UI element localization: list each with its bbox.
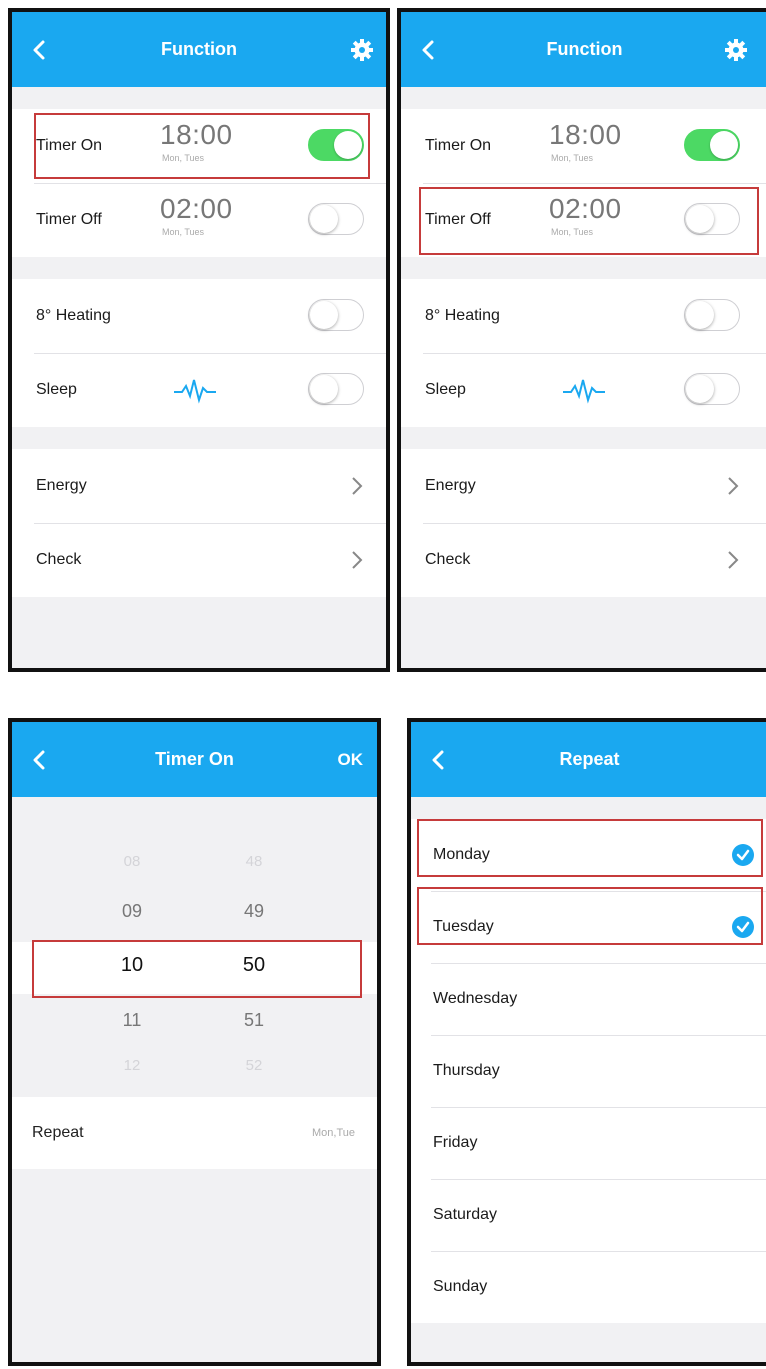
- day-label: Wednesday: [433, 990, 518, 1007]
- timer-on-days: Mon, Tues: [551, 153, 594, 163]
- page-title: Timer On: [155, 749, 234, 769]
- timer-off-toggle[interactable]: [684, 203, 740, 235]
- timer-on-time: 18:00: [549, 119, 622, 150]
- minute-option-selected[interactable]: 50: [224, 954, 284, 977]
- timer-on-toggle[interactable]: [308, 129, 364, 161]
- timer-off-row[interactable]: Timer Off 02:00 Mon, Tues: [12, 183, 386, 257]
- timer-off-row[interactable]: Timer Off 02:00 Mon, Tues: [401, 183, 766, 257]
- repeat-row[interactable]: Repeat Mon,Tue: [12, 1097, 377, 1169]
- chevron-right-icon: [352, 551, 363, 569]
- day-sunday[interactable]: Sunday: [411, 1251, 766, 1323]
- timer-on-toggle[interactable]: [684, 129, 740, 161]
- heating-row: 8° Heating: [401, 279, 766, 353]
- nav-bar: Function: [401, 12, 766, 87]
- heating-row: 8° Heating: [12, 279, 386, 353]
- hour-option[interactable]: 09: [102, 901, 162, 922]
- sleep-row: Sleep: [12, 353, 386, 427]
- repeat-screen: Repeat Monday Tuesday Wednesday Thursday…: [407, 718, 766, 1366]
- day-tuesday[interactable]: Tuesday: [411, 891, 766, 963]
- page-title: Function: [546, 39, 623, 59]
- timer-on-time: 18:00: [160, 119, 233, 150]
- time-picker[interactable]: 08 09 10 11 12 48 49 50 51 52: [12, 797, 377, 1097]
- timer-on-label: Timer On: [425, 137, 492, 154]
- minute-option[interactable]: 52: [224, 1057, 284, 1074]
- timer-off-time: 02:00: [549, 193, 622, 224]
- checkmark-icon: [732, 844, 754, 866]
- timer-on-label: Timer On: [36, 137, 103, 154]
- timer-off-time: 02:00: [160, 193, 233, 224]
- timer-off-label: Timer Off: [425, 211, 491, 228]
- minute-option[interactable]: 51: [224, 1010, 284, 1031]
- check-row[interactable]: Check: [12, 523, 386, 597]
- check-label: Check: [36, 551, 82, 568]
- sleep-row: Sleep: [401, 353, 766, 427]
- day-label: Friday: [433, 1134, 478, 1151]
- heating-toggle[interactable]: [684, 299, 740, 331]
- sleep-wave-icon: [563, 379, 605, 404]
- function-screen-2: Function Timer On 18:00 Mon, Tues Timer …: [397, 8, 766, 672]
- energy-label: Energy: [425, 477, 476, 494]
- checkmark-icon: [732, 916, 754, 938]
- day-label: Thursday: [433, 1062, 500, 1079]
- hour-option[interactable]: 08: [102, 853, 162, 870]
- day-label: Tuesday: [433, 918, 494, 935]
- chevron-right-icon: [728, 477, 739, 495]
- minute-option[interactable]: 49: [224, 901, 284, 922]
- energy-row[interactable]: Energy: [401, 449, 766, 523]
- day-monday[interactable]: Monday: [411, 819, 766, 891]
- heating-toggle[interactable]: [308, 299, 364, 331]
- hour-option[interactable]: 11: [102, 1010, 162, 1031]
- hour-option-selected[interactable]: 10: [102, 954, 162, 977]
- timer-off-toggle[interactable]: [308, 203, 364, 235]
- day-thursday[interactable]: Thursday: [411, 1035, 766, 1107]
- heating-label: 8° Heating: [425, 307, 500, 324]
- day-list: Monday Tuesday Wednesday Thursday Friday…: [411, 819, 766, 1323]
- timer-on-days: Mon, Tues: [162, 153, 205, 163]
- gear-icon[interactable]: [724, 38, 748, 62]
- chevron-right-icon: [728, 551, 739, 569]
- day-wednesday[interactable]: Wednesday: [411, 963, 766, 1035]
- sleep-label: Sleep: [425, 381, 466, 398]
- ok-button[interactable]: OK: [338, 722, 364, 797]
- day-saturday[interactable]: Saturday: [411, 1179, 766, 1251]
- page-title: Function: [161, 39, 237, 59]
- nav-bar: Function: [12, 12, 386, 87]
- timer-off-label: Timer Off: [36, 211, 102, 228]
- day-label: Sunday: [433, 1278, 488, 1295]
- energy-row[interactable]: Energy: [12, 449, 386, 523]
- hour-option[interactable]: 12: [102, 1057, 162, 1074]
- sleep-label: Sleep: [36, 381, 77, 398]
- check-row[interactable]: Check: [401, 523, 766, 597]
- sleep-toggle[interactable]: [308, 373, 364, 405]
- heating-label: 8° Heating: [36, 307, 111, 324]
- day-label: Saturday: [433, 1206, 498, 1223]
- day-label: Monday: [433, 846, 490, 863]
- minute-option[interactable]: 48: [224, 853, 284, 870]
- timer-off-days: Mon, Tues: [551, 227, 594, 237]
- nav-bar: Timer On OK: [12, 722, 377, 797]
- timer-on-screen: Timer On OK 08 09 10 11 12 48 49 50 51 5…: [8, 718, 381, 1366]
- repeat-value: Mon,Tue: [311, 1127, 355, 1139]
- gear-icon[interactable]: [350, 38, 374, 62]
- sleep-toggle[interactable]: [684, 373, 740, 405]
- check-label: Check: [425, 551, 471, 568]
- day-friday[interactable]: Friday: [411, 1107, 766, 1179]
- function-screen-1: Function Timer On 18:00 Mon, Tues Timer …: [8, 8, 390, 672]
- repeat-label: Repeat: [32, 1124, 84, 1141]
- nav-bar: Repeat: [411, 722, 766, 797]
- timer-on-row[interactable]: Timer On 18:00 Mon, Tues: [12, 109, 386, 183]
- chevron-right-icon: [352, 477, 363, 495]
- energy-label: Energy: [36, 477, 87, 494]
- sleep-wave-icon: [174, 379, 216, 404]
- timer-off-days: Mon, Tues: [162, 227, 205, 237]
- page-title: Repeat: [559, 749, 620, 769]
- timer-on-row[interactable]: Timer On 18:00 Mon, Tues: [401, 109, 766, 183]
